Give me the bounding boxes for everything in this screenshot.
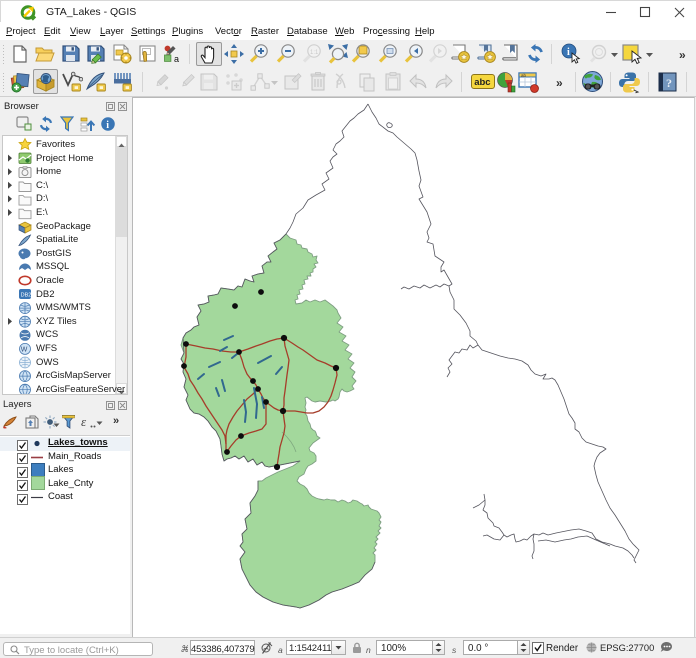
- svg-text:1:1: 1:1: [310, 50, 319, 56]
- svg-text:s: s: [452, 645, 457, 654]
- svg-text:W: W: [21, 346, 28, 353]
- svg-text:⌘: ⌘: [180, 644, 188, 654]
- svg-text:a: a: [278, 645, 283, 654]
- svg-text:?: ?: [666, 76, 672, 90]
- svg-text:abc: abc: [474, 77, 490, 88]
- svg-text:ab: ab: [521, 73, 527, 78]
- svg-text:DB2: DB2: [21, 293, 32, 299]
- svg-text:a: a: [174, 54, 179, 64]
- svg-text:i: i: [567, 47, 570, 58]
- svg-text:n: n: [366, 645, 371, 654]
- svg-text:i: i: [106, 120, 109, 131]
- svg-text:ε: ε: [81, 414, 87, 429]
